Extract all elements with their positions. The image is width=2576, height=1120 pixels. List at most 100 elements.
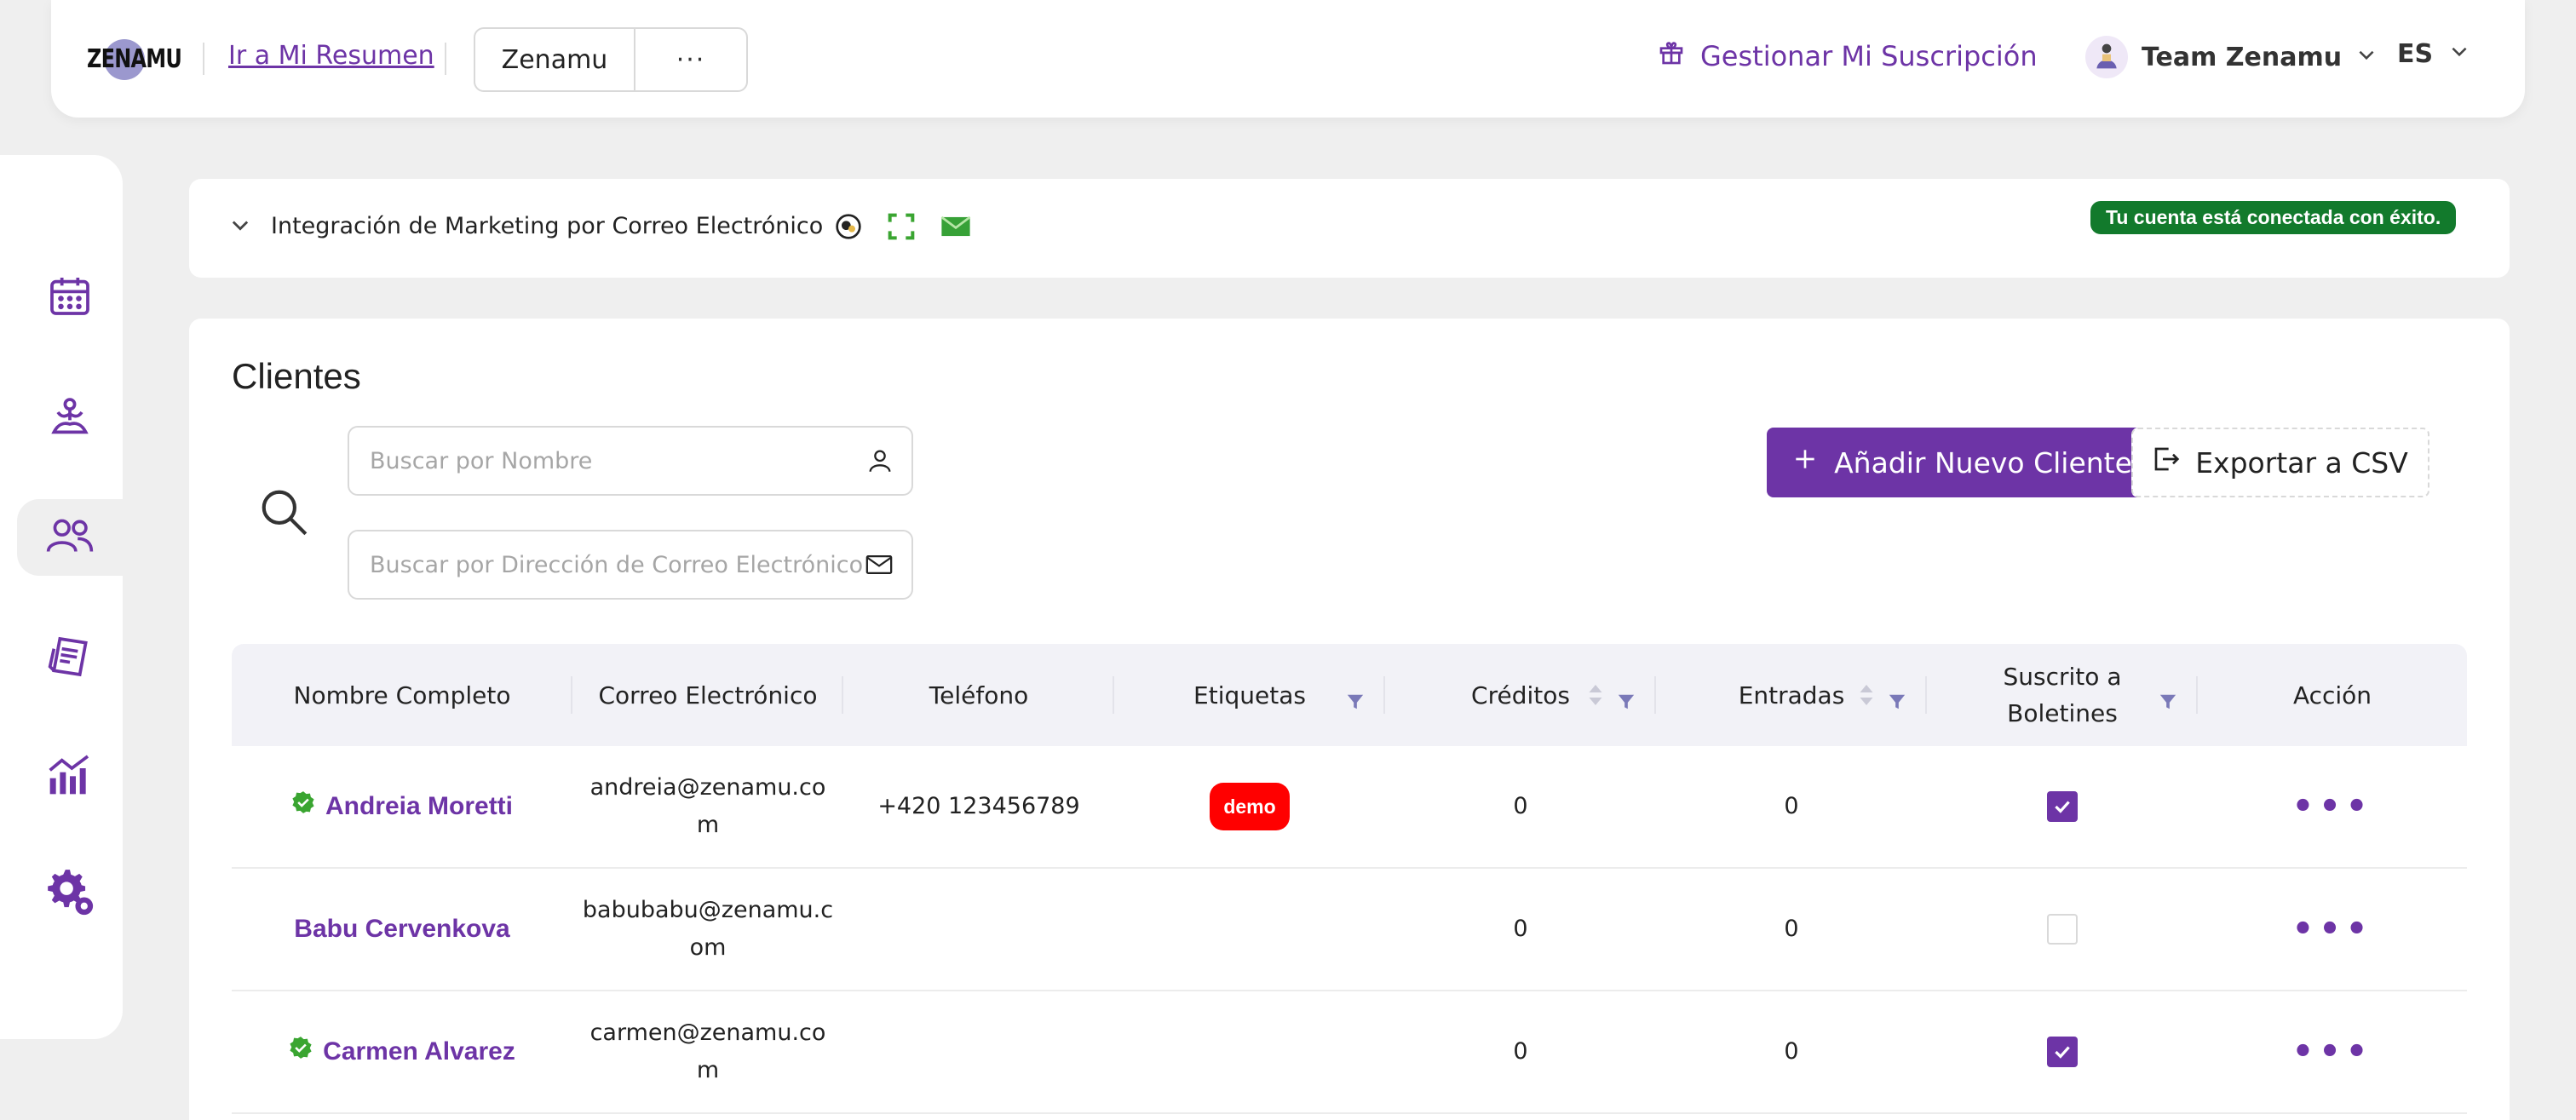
clients-table: Nombre Completo Correo Electrónico Teléf…	[232, 644, 2467, 1114]
divider	[203, 43, 204, 75]
table-row: Babu Cervenkova babubabu@zenamu.c om 0 0…	[232, 869, 2467, 991]
verified-icon	[291, 788, 315, 825]
tag-badge: demo	[1210, 783, 1290, 830]
column-tags[interactable]: Etiquetas	[1114, 644, 1385, 746]
sidebar-item-clients[interactable]	[17, 499, 123, 576]
column-entries[interactable]: Entradas	[1656, 644, 1927, 746]
client-name: Carmen Alvarez	[323, 1037, 515, 1065]
gift-icon	[1658, 39, 1685, 73]
plus-icon	[1791, 445, 1819, 480]
workspace-name-button[interactable]: Zenamu	[475, 29, 635, 90]
filter-icon[interactable]	[1617, 685, 1636, 721]
sort-icon[interactable]	[1588, 681, 1603, 718]
column-credits[interactable]: Créditos	[1385, 644, 1656, 746]
integration-providers	[835, 213, 971, 244]
client-email-line: babubabu@zenamu.c	[582, 897, 834, 923]
divider	[445, 43, 446, 75]
client-phone: +420 123456789	[877, 793, 1080, 819]
action-cell: •••	[2198, 991, 2467, 1112]
sidebar-item-analytics[interactable]	[17, 738, 123, 814]
client-entries: 0	[1784, 793, 1799, 819]
client-entries: 0	[1784, 916, 1799, 942]
top-bar: ZENAMU Ir a Mi Resumen Zenamu ··· Gestio…	[51, 0, 2525, 118]
column-newsletter[interactable]: Suscrito a Boletines	[1927, 644, 2198, 746]
sidebar-item-invoices[interactable]	[17, 620, 123, 697]
client-name: Babu Cervenkova	[294, 915, 510, 943]
table-row: Carmen Alvarez carmen@zenamu.co m 0 0 ••…	[232, 991, 2467, 1114]
language-code: ES	[2397, 39, 2434, 69]
column-label: Entradas	[1738, 681, 1845, 709]
invoice-icon	[46, 633, 94, 684]
go-to-summary-link[interactable]: Ir a Mi Resumen	[228, 41, 434, 71]
client-name-link[interactable]: Babu Cervenkova	[294, 910, 509, 948]
client-entries: 0	[1784, 1038, 1799, 1065]
column-label: Teléfono	[929, 681, 1029, 709]
newsletter-checkbox[interactable]	[2047, 791, 2078, 822]
team-avatar-icon	[2085, 36, 2128, 78]
newsletter-checkbox[interactable]	[2047, 914, 2078, 945]
sidebar-item-settings[interactable]	[17, 855, 123, 932]
chevron-down-icon[interactable]	[228, 213, 252, 240]
calendar-icon	[46, 272, 94, 323]
page-title: Clientes	[232, 356, 361, 396]
manage-subscription-link[interactable]: Gestionar Mi Suscripción	[1658, 39, 2038, 73]
client-phone	[843, 991, 1114, 1112]
client-email-cell: babubabu@zenamu.c om	[572, 869, 843, 990]
more-actions-button[interactable]: •••	[2292, 790, 2373, 824]
newsletter-checkbox-cell	[1927, 746, 2198, 867]
sidebar-item-classes[interactable]	[17, 382, 123, 458]
more-actions-button[interactable]: •••	[2292, 1035, 2373, 1069]
analytics-icon	[44, 750, 95, 801]
workspace-selector: Zenamu ···	[474, 27, 748, 92]
export-csv-label: Exportar a CSV	[2195, 445, 2408, 480]
search-by-email-input[interactable]: Buscar por Dirección de Correo Electróni…	[348, 530, 913, 600]
action-cell: •••	[2198, 746, 2467, 867]
newsletter-checkbox-cell	[1927, 991, 2198, 1112]
filter-icon[interactable]	[1888, 685, 1906, 721]
language-selector[interactable]: ES	[2397, 39, 2470, 69]
client-name-link[interactable]: Andreia Moretti	[291, 788, 513, 825]
filter-icon[interactable]	[1346, 685, 1365, 721]
ecomail-icon[interactable]	[888, 213, 915, 244]
clients-panel: Clientes Buscar por Nombre Buscar por Di…	[189, 319, 2510, 1120]
client-tags-cell: demo	[1114, 746, 1385, 867]
column-phone[interactable]: Teléfono	[843, 644, 1114, 746]
client-email-cell: andreia@zenamu.co m	[572, 746, 843, 867]
manage-subscription-label: Gestionar Mi Suscripción	[1700, 40, 2038, 72]
zenamu-logo[interactable]: ZENAMU	[87, 34, 182, 83]
client-name-link[interactable]: Carmen Alvarez	[289, 1033, 515, 1071]
action-cell: •••	[2198, 869, 2467, 990]
column-email[interactable]: Correo Electrónico	[572, 644, 843, 746]
column-action: Acción	[2198, 644, 2467, 746]
more-actions-button[interactable]: •••	[2292, 912, 2373, 946]
newsletter-checkbox[interactable]	[2047, 1037, 2078, 1067]
team-menu[interactable]: Team Zenamu	[2085, 36, 2378, 78]
column-full-name[interactable]: Nombre Completo	[232, 644, 572, 746]
mailchimp-icon[interactable]	[835, 213, 862, 244]
client-email-line: carmen@zenamu.co	[589, 1019, 826, 1046]
sidebar-item-calendar[interactable]	[17, 259, 123, 336]
client-name-cell: Andreia Moretti	[232, 746, 572, 867]
client-phone	[843, 869, 1114, 990]
column-label: Créditos	[1471, 681, 1570, 709]
export-icon	[2153, 445, 2180, 480]
clients-icon	[44, 512, 95, 563]
export-csv-button[interactable]: Exportar a CSV	[2131, 428, 2429, 497]
envelope-icon	[864, 550, 894, 583]
search-by-name-input[interactable]: Buscar por Nombre	[348, 426, 913, 496]
table-header: Nombre Completo Correo Electrónico Teléf…	[232, 644, 2467, 746]
search-by-email-placeholder: Buscar por Dirección de Correo Electróni…	[370, 552, 864, 578]
client-credits: 0	[1513, 1038, 1528, 1065]
workspace-more-button[interactable]: ···	[635, 29, 746, 90]
integration-title: Integración de Marketing por Correo Elec…	[271, 213, 824, 239]
column-label: Suscrito a Boletines	[2003, 663, 2122, 727]
client-name-cell: Babu Cervenkova	[232, 869, 572, 990]
settings-icon	[43, 865, 96, 922]
add-new-client-button[interactable]: Añadir Nuevo Cliente	[1767, 428, 2157, 497]
client-tags-cell	[1114, 991, 1385, 1112]
team-name: Team Zenamu	[2142, 42, 2343, 72]
sort-icon[interactable]	[1859, 681, 1874, 718]
filter-icon[interactable]	[2159, 685, 2177, 721]
email-marketing-integration-panel: Integración de Marketing por Correo Elec…	[189, 179, 2510, 278]
smartemailing-icon[interactable]	[940, 215, 971, 242]
